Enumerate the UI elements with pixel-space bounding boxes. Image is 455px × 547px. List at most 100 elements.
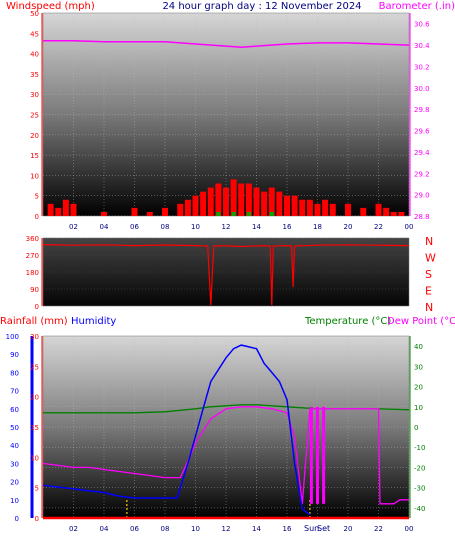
compass-letter: S	[425, 268, 432, 281]
windspeed-tick-label: 45	[30, 30, 39, 38]
windspeed-tick-label: 0	[35, 213, 39, 221]
x-tick-label: 14	[252, 223, 261, 231]
x-tick-label: 08	[161, 525, 170, 533]
x-tick-label: 18	[313, 223, 322, 231]
rain-tick-label: 25	[30, 363, 39, 371]
windspeed-bar	[62, 199, 69, 216]
temp-tick-label: -10	[414, 444, 425, 452]
x-tick-label: 12	[222, 525, 231, 533]
windspeed-bar	[299, 199, 306, 216]
rainfall-axis-title: Rainfall (mm)	[0, 316, 68, 327]
windspeed-bar	[390, 211, 397, 216]
windspeed-bar	[207, 187, 214, 216]
x-tick-label: 02	[69, 525, 78, 533]
gust-marker	[231, 212, 236, 216]
gust-marker	[216, 212, 221, 216]
windspeed-bar	[329, 203, 336, 216]
barometer-tick-label: 30.2	[414, 63, 430, 71]
windspeed-bar	[200, 191, 207, 216]
temp-tick-labels: -40 -30 -20 -10 0 10 20 30 40	[414, 343, 425, 513]
windspeed-tick-label: 30	[30, 91, 39, 99]
rain-tick-label: 10	[30, 454, 39, 462]
x-tick-label: 00	[405, 223, 414, 231]
temp-humidity-panel: 0102030405060708090100 051015202530 -40-…	[6, 333, 426, 533]
x-tick-label: 06	[130, 223, 139, 231]
rain-tick-label: 20	[30, 394, 39, 402]
x-tick-label: 04	[100, 525, 109, 533]
weather-charts: Windspeed (mph) 24 hour graph day : 12 N…	[0, 1, 455, 533]
x-tick-label: 06	[130, 525, 139, 533]
temp-tick-label: -40	[414, 505, 425, 513]
windspeed-bar	[398, 211, 405, 216]
windspeed-bar	[55, 207, 62, 216]
barometer-tick-label: 29.6	[414, 128, 430, 136]
x-tick-label: 04	[100, 223, 109, 231]
temp-tick-label: 0	[414, 424, 418, 432]
gust-marker	[246, 212, 251, 216]
humidity-tick-label: 10	[10, 497, 19, 505]
windspeed-bar	[314, 203, 321, 216]
direction-tick-label: 180	[26, 269, 39, 277]
humidity-tick-label: 50	[10, 424, 19, 432]
humidity-tick-label: 80	[10, 369, 19, 377]
dewpoint-axis-title: Dew Point (°C)	[387, 316, 455, 327]
windspeed-bar	[284, 195, 290, 216]
windspeed-bar	[192, 195, 199, 216]
humidity-axis-title: Humidity	[71, 316, 116, 327]
windspeed-bar	[230, 179, 237, 216]
humidity-tick-label: 0	[15, 515, 19, 523]
dewpoint-spike	[322, 406, 326, 504]
temp-tick-label: -30	[414, 485, 425, 493]
barometer-tick-label: 29.0	[414, 192, 430, 200]
barometer-tick-label: 30.6	[414, 21, 430, 29]
x-tick-label: 16	[283, 223, 292, 231]
windspeed-bar	[177, 203, 184, 216]
windspeed-bar	[162, 207, 168, 216]
sunset-label: Set	[317, 524, 330, 533]
compass-labels: NWSEN	[425, 235, 436, 314]
barometer-tick-label: 30.0	[414, 85, 430, 93]
rain-tick-label: 5	[35, 485, 39, 493]
humidity-tick-label: 20	[10, 479, 19, 487]
wind-barometer-panel: 0 5 10 15 20 25 30 35 40 45 50 28.8 29.0 29.2 29.4 29.…	[30, 10, 430, 231]
windspeed-tick-label: 10	[30, 172, 39, 180]
temperature-axis-title: Temperature (°C)	[304, 316, 391, 327]
barometer-tick-label: 30.4	[414, 42, 430, 50]
x-tick-label: 10	[191, 525, 200, 533]
compass-letter: W	[425, 252, 436, 265]
compass-letter: E	[425, 285, 432, 298]
windspeed-bar	[345, 203, 351, 216]
humidity-tick-label: 90	[10, 351, 19, 359]
windspeed-tick-label: 35	[30, 71, 39, 79]
windspeed-bar	[238, 183, 245, 216]
x-tick-label: 00	[405, 525, 414, 533]
temp-tick-label: 30	[414, 363, 423, 371]
windspeed-bar	[383, 207, 390, 216]
rain-tick-label: 0	[35, 515, 39, 523]
windspeed-bar	[245, 183, 252, 216]
weather-graph-page: Windspeed (mph) 24 hour graph day : 12 N…	[0, 0, 455, 543]
gust-marker	[269, 212, 274, 216]
windspeed-tick-label: 15	[30, 152, 39, 160]
humidity-tick-label: 30	[10, 460, 19, 468]
barometer-tick-label: 28.8	[414, 213, 430, 221]
windspeed-bar	[47, 203, 54, 216]
windspeed-tick-label: 25	[30, 112, 39, 120]
windspeed-bar	[101, 211, 107, 216]
x-tick-label: 14	[252, 525, 261, 533]
windspeed-bar	[223, 187, 229, 216]
direction-tick-label: 360	[26, 235, 39, 243]
barometer-tick-label: 29.4	[414, 149, 430, 157]
temp-tick-label: 20	[414, 384, 423, 392]
x-tick-label: 22	[374, 525, 383, 533]
rain-tick-label: 15	[30, 424, 39, 432]
windspeed-bar	[146, 211, 153, 216]
windspeed-bar	[360, 207, 367, 216]
windspeed-tick-label: 5	[35, 193, 39, 201]
windspeed-tick-label: 40	[30, 51, 39, 59]
humidity-tick-label: 60	[10, 406, 19, 414]
windspeed-tick-label: 20	[30, 132, 39, 140]
windspeed-bar	[131, 207, 138, 216]
barometer-tick-label: 29.8	[414, 106, 430, 114]
windspeed-bar	[291, 195, 298, 216]
